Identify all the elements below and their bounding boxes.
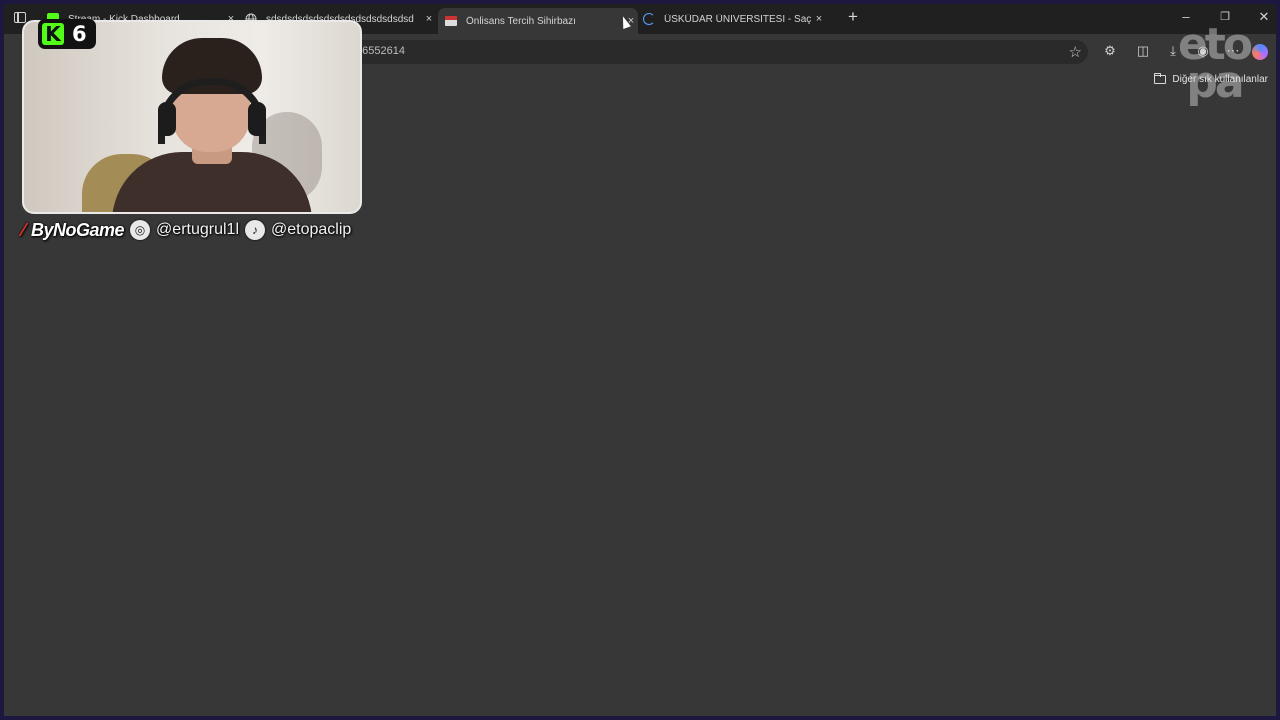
social-handles: ⁄ ByNoGame ◎ @ertugrul1l ♪ @etopaclip	[22, 218, 351, 242]
tab-title: ÜSKÜDAR ÜNİVERSİTESİ - Saç Baş	[664, 13, 812, 25]
instagram-handle: @ertugrul1l	[156, 221, 239, 238]
tab-close-icon[interactable]: ×	[812, 13, 826, 25]
bynogame-logo-icon: ⁄	[22, 219, 26, 240]
sponsor-name: ByNoGame	[31, 219, 125, 240]
new-tab-button[interactable]: +	[845, 8, 861, 25]
url-text: 06552614	[356, 45, 405, 57]
headphone-left	[158, 102, 176, 136]
close-window-button[interactable]: ✕	[1254, 9, 1274, 25]
tab-close-icon[interactable]: ×	[422, 13, 436, 25]
tab-onlisans-tercih[interactable]: Önlisans Tercih Sihirbazı ×	[438, 8, 638, 34]
tab-title: Önlisans Tercih Sihirbazı	[466, 15, 576, 27]
instagram-icon: ◎	[130, 220, 151, 240]
address-bar[interactable]: 06552614 ☆	[334, 40, 1088, 64]
extensions-icon[interactable]: ⚙	[1101, 42, 1119, 60]
loading-spinner-icon	[642, 12, 656, 26]
site-favicon-icon	[444, 14, 458, 28]
tiktok-icon: ♪	[245, 220, 265, 240]
kick-badge-number: 6	[72, 22, 87, 46]
stream-frame: Stream - Kick Dashboard × sdsdsdsdsdsdsd…	[0, 0, 1280, 720]
webcam-overlay	[22, 20, 362, 214]
tab-uskudar[interactable]: ÜSKÜDAR ÜNİVERSİTESİ - Saç Baş ×	[642, 8, 834, 30]
tab-actions-icon[interactable]	[14, 12, 26, 23]
channel-watermark: eto pa	[1177, 19, 1253, 108]
star-icon[interactable]: ☆	[1069, 43, 1082, 61]
tiktok-handle: @etopaclip	[271, 221, 352, 238]
kick-logo-icon: K	[42, 23, 64, 45]
headphone-right	[248, 102, 266, 136]
folder-icon	[1154, 73, 1167, 84]
kick-viewer-badge: K 6	[38, 19, 96, 49]
split-screen-icon[interactable]: ◫	[1134, 42, 1152, 60]
